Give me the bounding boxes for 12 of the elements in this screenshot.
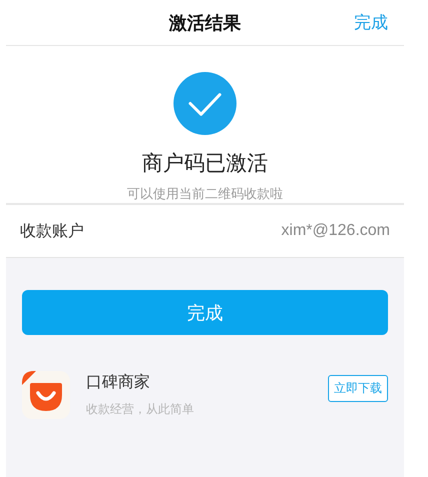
app-tagline: 收款经营，从此简单 (86, 401, 195, 418)
checkmark-icon (173, 72, 237, 135)
app-name: 口碑商家 (86, 372, 151, 393)
done-link[interactable]: 完成 (354, 11, 388, 34)
result-message: 可以使用当前二维码收款啦 (127, 186, 283, 203)
account-value: xim*@126.com (281, 222, 390, 240)
done-button[interactable]: 完成 (22, 290, 388, 335)
page-title: 激活结果 (169, 12, 241, 34)
download-button[interactable]: 立即下载 (328, 374, 388, 402)
app-icon (22, 371, 70, 419)
result-headline: 商户码已激活 (142, 150, 268, 177)
account-label: 收款账户 (20, 220, 84, 242)
